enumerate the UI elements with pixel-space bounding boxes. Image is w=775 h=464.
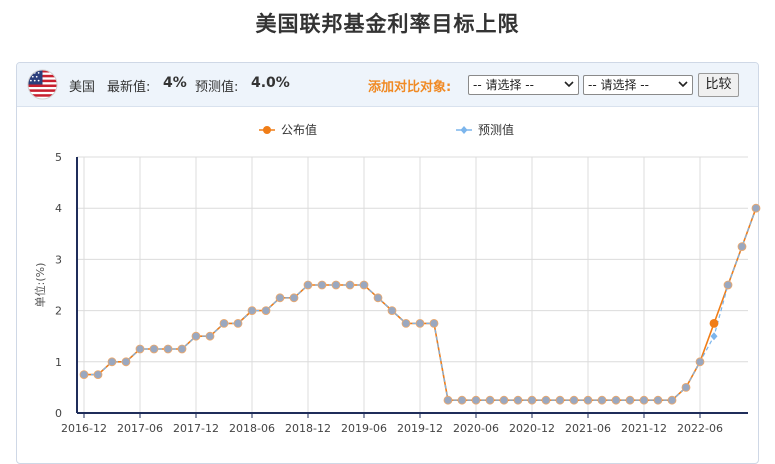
published-point <box>513 395 523 405</box>
published-point <box>219 318 229 328</box>
published-point <box>415 318 425 328</box>
published-point <box>261 306 271 316</box>
x-tick-label: 2021-06 <box>565 422 611 435</box>
y-tick-label: 2 <box>55 305 62 318</box>
published-point <box>247 306 257 316</box>
published-point <box>429 318 439 328</box>
published-point <box>667 395 677 405</box>
published-point <box>611 395 621 405</box>
published-point <box>93 370 103 380</box>
x-tick-label: 2019-12 <box>397 422 443 435</box>
published-point <box>149 344 159 354</box>
published-point <box>471 395 481 405</box>
published-point <box>625 395 635 405</box>
legend-published-marker <box>263 126 271 134</box>
published-point <box>191 331 201 341</box>
published-point <box>275 293 285 303</box>
legend-forecast-marker <box>460 126 468 134</box>
published-point <box>359 280 369 290</box>
published-point <box>373 293 383 303</box>
legend-published-label: 公布值 <box>281 122 317 137</box>
x-tick-label: 2018-12 <box>285 422 331 435</box>
y-tick-label: 5 <box>55 151 62 164</box>
published-point <box>317 280 327 290</box>
x-tick-label: 2021-12 <box>621 422 667 435</box>
published-point <box>695 357 705 367</box>
published-point <box>163 344 173 354</box>
published-point <box>457 395 467 405</box>
published-point <box>541 395 551 405</box>
x-tick-label: 2017-12 <box>173 422 219 435</box>
published-point <box>331 280 341 290</box>
published-point <box>121 357 131 367</box>
published-point <box>177 344 187 354</box>
published-point <box>639 395 649 405</box>
x-tick-label: 2020-12 <box>509 422 555 435</box>
published-point <box>723 280 733 290</box>
x-tick-label: 2016-12 <box>61 422 107 435</box>
published-point <box>499 395 509 405</box>
published-point <box>289 293 299 303</box>
published-point <box>345 280 355 290</box>
rate-chart: 0 1 2 3 4 5 2016-12 2017-06 2017-12 2018-06 2018-1… <box>33 122 761 435</box>
published-point <box>751 203 761 213</box>
published-point <box>485 395 495 405</box>
y-tick-label: 3 <box>55 253 62 266</box>
y-tick-label: 4 <box>55 202 62 215</box>
x-tick-label: 2018-06 <box>229 422 275 435</box>
published-point <box>205 331 215 341</box>
published-point <box>737 242 747 252</box>
published-point <box>387 306 397 316</box>
published-point <box>583 395 593 405</box>
published-point <box>653 395 663 405</box>
published-point <box>233 318 243 328</box>
published-point <box>303 280 313 290</box>
y-tick-label: 0 <box>55 407 62 420</box>
published-point <box>681 382 691 392</box>
x-tick-label: 2017-06 <box>117 422 163 435</box>
published-point <box>79 370 89 380</box>
published-point <box>555 395 565 405</box>
published-point <box>401 318 411 328</box>
published-point <box>135 344 145 354</box>
published-point <box>569 395 579 405</box>
published-point <box>443 395 453 405</box>
x-tick-label: 2019-06 <box>341 422 387 435</box>
published-point <box>709 318 719 328</box>
legend-forecast-label: 预测值 <box>478 122 514 137</box>
y-tick-label: 1 <box>55 356 62 369</box>
published-point <box>527 395 537 405</box>
published-point <box>107 357 117 367</box>
x-tick-label: 2022-06 <box>677 422 723 435</box>
x-tick-label: 2020-06 <box>453 422 499 435</box>
y-axis-label: 单位:(%) <box>33 263 47 308</box>
forecast-point <box>710 332 718 341</box>
published-point <box>597 395 607 405</box>
